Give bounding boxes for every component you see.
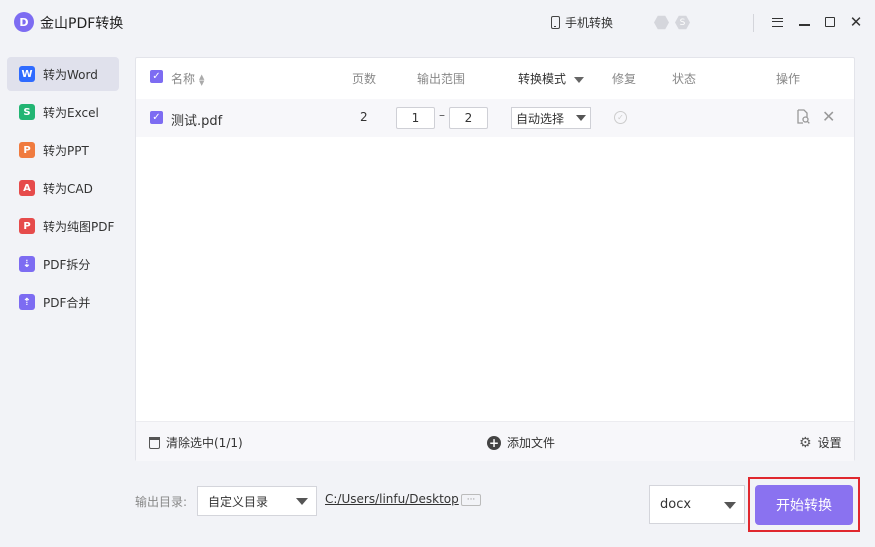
- sidebar-item-label: PDF合并: [43, 295, 91, 310]
- sidebar-item-label: 转为CAD: [43, 181, 93, 196]
- table-header: ✓ 名称 ▲ ▼ 页数 输出范围 转换模式 修复 状态 操作: [136, 58, 854, 96]
- range-to-input[interactable]: 2: [449, 107, 488, 129]
- range-from-input[interactable]: 1: [396, 107, 435, 129]
- image-pdf-icon: P: [19, 218, 35, 234]
- excel-icon: S: [19, 104, 35, 120]
- phone-icon: [551, 16, 560, 29]
- titlebar-divider: [753, 14, 754, 32]
- format-select[interactable]: docx: [649, 485, 745, 524]
- split-icon: ⇣: [19, 256, 35, 272]
- menu-icon: [771, 17, 783, 27]
- sidebar-item-to-image-pdf[interactable]: P 转为纯图PDF: [7, 209, 119, 243]
- header-range: 输出范围: [417, 72, 466, 86]
- maximize-icon: [825, 17, 835, 27]
- hex-s-icon[interactable]: S: [675, 15, 690, 30]
- mode-select[interactable]: 自动选择: [511, 107, 591, 129]
- sidebar-item-label: 转为Word: [43, 67, 98, 82]
- hex-badge-icon[interactable]: [654, 15, 669, 30]
- gear-icon: ⚙: [799, 434, 812, 451]
- title-bar: D 金山PDF转换 手机转换 S ✕: [0, 0, 875, 46]
- menu-button[interactable]: [769, 14, 785, 30]
- plus-circle-icon: +: [487, 435, 501, 450]
- cad-icon: A: [19, 180, 35, 196]
- header-actions: 操作: [776, 72, 801, 86]
- page-count: 2: [360, 110, 368, 124]
- ppt-icon: P: [19, 142, 35, 158]
- header-mode-label: 转换模式: [518, 72, 567, 86]
- sort-icon: ▲ ▼: [199, 72, 205, 87]
- sidebar-item-to-word[interactable]: W 转为Word: [7, 57, 119, 91]
- add-file-button[interactable]: + 添加文件: [487, 434, 555, 451]
- chevron-down-icon: [576, 115, 586, 121]
- mobile-convert-button[interactable]: 手机转换: [551, 14, 613, 31]
- browse-more-button[interactable]: ···: [461, 494, 481, 506]
- sidebar-item-to-cad[interactable]: A 转为CAD: [7, 171, 119, 205]
- app-logo-icon: D: [14, 12, 34, 32]
- close-button[interactable]: ✕: [848, 14, 864, 30]
- output-dir-select-value: 自定义目录: [208, 494, 269, 509]
- panel-footer: 清除选中(1/1) + 添加文件 ⚙ 设置: [136, 421, 854, 461]
- file-name: 测试.pdf: [171, 114, 223, 129]
- output-dir-select[interactable]: 自定义目录: [197, 486, 317, 516]
- sidebar-item-label: 转为Excel: [43, 105, 99, 120]
- format-select-value: docx: [660, 497, 692, 512]
- chevron-down-icon: [574, 76, 585, 83]
- repair-check-icon[interactable]: ✓: [614, 111, 627, 124]
- word-icon: W: [19, 66, 35, 82]
- sidebar-item-pdf-merge[interactable]: ⇡ PDF合并: [7, 285, 119, 319]
- sidebar-item-label: 转为纯图PDF: [43, 219, 115, 234]
- add-file-label: 添加文件: [507, 436, 556, 450]
- start-convert-button[interactable]: 开始转换: [755, 485, 853, 525]
- header-name-label: 名称: [171, 72, 196, 86]
- mode-select-value: 自动选择: [516, 111, 565, 126]
- clear-selected-button[interactable]: 清除选中(1/1): [149, 434, 243, 451]
- trash-icon: [149, 436, 160, 449]
- sidebar-item-to-excel[interactable]: S 转为Excel: [7, 95, 119, 129]
- minimize-icon: [798, 24, 810, 26]
- sidebar-item-pdf-split[interactable]: ⇣ PDF拆分: [7, 247, 119, 281]
- row-checkbox[interactable]: ✓: [150, 111, 163, 124]
- mobile-convert-label: 手机转换: [565, 16, 614, 30]
- table-row: ✓ 测试.pdf 2 1 – 2 自动选择 ✓ ✕: [136, 99, 854, 137]
- select-all-checkbox[interactable]: ✓: [150, 70, 163, 83]
- chevron-down-icon: [724, 502, 736, 509]
- settings-button[interactable]: ⚙ 设置: [799, 434, 842, 451]
- chevron-down-icon: [296, 498, 308, 505]
- header-mode[interactable]: 转换模式: [518, 70, 585, 87]
- merge-icon: ⇡: [19, 294, 35, 310]
- clear-selected-label: 清除选中(1/1): [166, 436, 243, 450]
- sidebar-item-label: PDF拆分: [43, 257, 91, 272]
- maximize-button[interactable]: [822, 14, 838, 30]
- close-icon: ✕: [849, 12, 863, 31]
- output-dir-label: 输出目录:: [135, 495, 188, 509]
- app-title: 金山PDF转换: [40, 16, 124, 32]
- header-name[interactable]: 名称 ▲ ▼: [171, 70, 204, 87]
- file-list-panel: ✓ 名称 ▲ ▼ 页数 输出范围 转换模式 修复 状态 操作 ✓ 测试.pdf 2 …: [135, 57, 855, 461]
- output-path-link[interactable]: C:/Users/linfu/Desktop: [325, 492, 459, 506]
- range-separator: –: [439, 108, 445, 122]
- sidebar-item-label: 转为PPT: [43, 143, 89, 158]
- header-status: 状态: [672, 72, 697, 86]
- remove-file-icon[interactable]: ✕: [822, 107, 835, 126]
- settings-label: 设置: [817, 436, 842, 450]
- sidebar-item-to-ppt[interactable]: P 转为PPT: [7, 133, 119, 167]
- minimize-button[interactable]: [796, 14, 812, 30]
- preview-file-icon[interactable]: [796, 109, 810, 127]
- header-pages: 页数: [352, 72, 377, 86]
- header-repair: 修复: [612, 72, 637, 86]
